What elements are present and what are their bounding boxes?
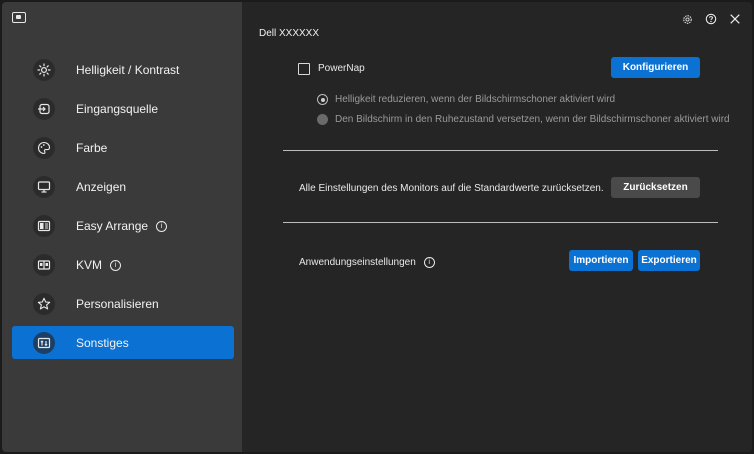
reset-button[interactable]: Zurücksetzen [611, 177, 700, 198]
sidebar-item-brightness-contrast[interactable]: Helligkeit / Kontrast [12, 53, 234, 86]
powernap-label: PowerNap [318, 63, 365, 74]
app-settings-label-group: Anwendungseinstellungen i [299, 257, 435, 268]
help-icon[interactable] [704, 12, 718, 26]
sidebar-item-display[interactable]: Anzeigen [12, 170, 234, 203]
others-icon [33, 331, 55, 354]
color-icon [33, 136, 55, 159]
star-icon [33, 292, 55, 315]
sidebar-item-kvm[interactable]: KVM i [12, 248, 234, 281]
sidebar-item-label: Farbe [76, 140, 108, 155]
reset-description: Alle Einstellungen des Monitors auf die … [299, 183, 604, 194]
sidebar-item-label: Anzeigen [76, 179, 127, 194]
close-icon[interactable] [728, 12, 742, 26]
radio-sleep-mode-label: Den Bildschirm in den Ruhezustand verset… [335, 114, 730, 125]
device-name: Dell XXXXXX [259, 28, 320, 39]
sidebar-item-label: Sonstiges [76, 335, 129, 350]
info-icon[interactable]: i [156, 220, 168, 232]
sidebar-item-label: Eingangsquelle [76, 101, 159, 116]
export-button[interactable]: Exportieren [638, 250, 700, 271]
kvm-icon [33, 253, 55, 276]
import-button[interactable]: Importieren [569, 250, 633, 271]
sidebar-item-easy-arrange[interactable]: Easy Arrange i [12, 209, 234, 242]
main-panel: Dell XXXXXX PowerNap Konfigurieren Helli… [242, 2, 752, 452]
easy-arrange-icon [33, 214, 55, 237]
app-settings-label: Anwendungseinstellungen [299, 257, 416, 269]
sidebar-item-label-easy-arrange: Easy Arrange i [76, 218, 168, 233]
brightness-icon [33, 58, 55, 81]
sidebar-item-label: Easy Arrange [76, 218, 149, 233]
configure-button[interactable]: Konfigurieren [611, 57, 700, 78]
input-source-icon [33, 97, 55, 120]
sidebar-item-label-kvm: KVM i [76, 257, 122, 272]
sidebar-item-personalize[interactable]: Personalisieren [12, 287, 234, 320]
settings-icon[interactable] [680, 12, 694, 26]
sidebar-item-label: KVM [76, 257, 103, 272]
sidebar-item-color[interactable]: Farbe [12, 131, 234, 164]
divider [283, 150, 718, 151]
divider [283, 222, 718, 223]
powernap-checkbox[interactable] [298, 63, 310, 75]
radio-reduce-brightness-label: Helligkeit reduzieren, wenn der Bildschi… [335, 94, 616, 105]
display-icon [33, 175, 55, 198]
window-controls [680, 12, 742, 26]
app-window: Helligkeit / Kontrast Eingangsquelle Far… [2, 2, 752, 452]
info-icon[interactable]: i [110, 259, 122, 271]
monitor-app-icon [12, 12, 26, 23]
sidebar: Helligkeit / Kontrast Eingangsquelle Far… [2, 2, 242, 452]
sidebar-item-input-source[interactable]: Eingangsquelle [12, 92, 234, 125]
info-icon[interactable]: i [423, 257, 435, 268]
sidebar-item-label: Personalisieren [76, 296, 159, 311]
sidebar-item-others[interactable]: Sonstiges [12, 326, 234, 359]
sidebar-item-label: Helligkeit / Kontrast [76, 62, 180, 77]
radio-sleep-mode[interactable] [317, 114, 328, 125]
radio-reduce-brightness[interactable] [317, 94, 328, 105]
